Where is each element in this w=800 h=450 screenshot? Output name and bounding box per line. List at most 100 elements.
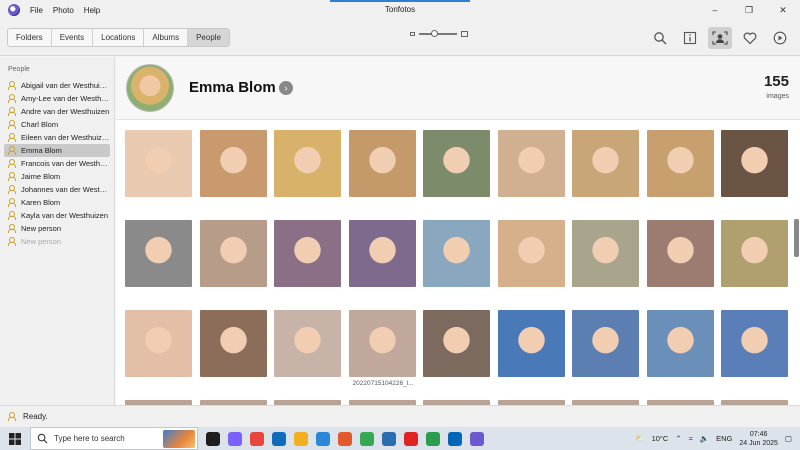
photo-thumbnail[interactable] bbox=[646, 220, 714, 287]
maximize-icon[interactable]: ❐ bbox=[732, 0, 766, 20]
menu-help[interactable]: Help bbox=[84, 6, 100, 15]
sidebar-item-person[interactable]: Jaime Blom bbox=[4, 170, 110, 183]
photo-thumbnail[interactable] bbox=[423, 130, 490, 197]
photo-thumbnail[interactable] bbox=[125, 310, 192, 377]
sidebar-item-label: Abigail van der Westhuizen bbox=[21, 81, 110, 90]
favorite-heart-icon[interactable] bbox=[738, 27, 762, 49]
photo-thumbnail[interactable] bbox=[497, 220, 565, 287]
photo-thumbnail[interactable] bbox=[199, 130, 267, 197]
weather-icon[interactable]: ⛅ bbox=[635, 434, 644, 443]
info-icon[interactable] bbox=[678, 27, 702, 49]
notifications-icon[interactable]: ▢ bbox=[785, 434, 792, 443]
sidebar-item-label: New person bbox=[21, 224, 62, 233]
photo-thumbnail[interactable] bbox=[348, 220, 416, 287]
scrollbar[interactable] bbox=[794, 219, 799, 257]
chevron-right-icon[interactable]: › bbox=[279, 81, 293, 95]
photo-thumbnail[interactable] bbox=[199, 220, 267, 287]
status-bar: Ready. bbox=[0, 405, 800, 427]
taskbar-app-icon[interactable] bbox=[360, 431, 374, 446]
volume-icon[interactable]: 🔈 bbox=[700, 434, 709, 443]
close-icon[interactable]: ✕ bbox=[766, 0, 800, 20]
taskbar-app-icon[interactable] bbox=[426, 431, 440, 446]
language-indicator[interactable]: ENG bbox=[716, 434, 732, 443]
taskbar-app-icon[interactable] bbox=[206, 431, 220, 446]
taskbar-app-icon[interactable] bbox=[294, 431, 308, 446]
face-recognition-icon[interactable] bbox=[708, 27, 732, 49]
sidebar-item-person[interactable]: Eileen van der Westhuizen bbox=[4, 131, 110, 144]
wifi-icon[interactable]: ≈ bbox=[689, 434, 693, 443]
system-tray: ⛅ 10°C ⌃ ≈ 🔈 ENG 07:46 24 Jun 2025 ▢ bbox=[635, 427, 800, 450]
avatar[interactable] bbox=[126, 64, 174, 112]
sidebar-item-person[interactable]: Charl Blom bbox=[4, 118, 110, 131]
people-sidebar: People Abigail van der Westhuizen Amy-Lee… bbox=[0, 57, 115, 405]
search-icon bbox=[37, 433, 48, 444]
windows-start-icon[interactable] bbox=[0, 427, 30, 450]
tab-albums[interactable]: Albums bbox=[144, 29, 189, 46]
photo-thumbnail[interactable] bbox=[572, 220, 639, 287]
tray-chevron-icon[interactable]: ⌃ bbox=[675, 434, 681, 443]
menu-file[interactable]: File bbox=[30, 6, 43, 15]
photo-thumbnail[interactable] bbox=[125, 130, 192, 197]
sidebar-item-person[interactable]: Emma Blom bbox=[4, 144, 110, 157]
app-logo-icon bbox=[8, 4, 20, 16]
tab-locations[interactable]: Locations bbox=[93, 29, 145, 46]
photo-thumbnail[interactable] bbox=[348, 310, 416, 377]
photo-thumbnail[interactable] bbox=[646, 310, 714, 377]
person-icon bbox=[8, 198, 17, 207]
clock[interactable]: 07:46 24 Jun 2025 bbox=[739, 430, 778, 448]
tab-folders[interactable]: Folders bbox=[8, 29, 52, 46]
photo-thumbnail[interactable] bbox=[721, 310, 788, 377]
photo-thumbnail[interactable] bbox=[721, 220, 788, 287]
taskbar-app-icon[interactable] bbox=[470, 431, 484, 446]
sidebar-item-person[interactable]: Kayla van der Westhuizen bbox=[4, 209, 110, 222]
photo-thumbnail[interactable] bbox=[274, 130, 341, 197]
sidebar-item-label: Jaime Blom bbox=[21, 172, 61, 181]
slideshow-play-icon[interactable] bbox=[768, 27, 792, 49]
photo-thumbnail[interactable] bbox=[646, 130, 714, 197]
taskbar-app-icon[interactable] bbox=[272, 431, 286, 446]
photo-thumbnail[interactable] bbox=[497, 310, 565, 377]
tab-people[interactable]: People bbox=[188, 29, 230, 46]
sidebar-item-person[interactable]: New person bbox=[4, 222, 110, 235]
sidebar-item-label: Kayla van der Westhuizen bbox=[21, 211, 108, 220]
sidebar-item-person[interactable]: Abigail van der Westhuizen bbox=[4, 79, 110, 92]
photo-thumbnail[interactable] bbox=[125, 220, 192, 287]
photo-thumbnail[interactable] bbox=[199, 310, 267, 377]
photo-thumbnail[interactable] bbox=[572, 130, 639, 197]
taskbar-app-icon[interactable] bbox=[448, 431, 462, 446]
taskbar-app-icon[interactable] bbox=[250, 431, 264, 446]
search-icon[interactable] bbox=[648, 27, 672, 49]
photo-thumbnail[interactable] bbox=[274, 310, 341, 377]
photo-thumbnail[interactable] bbox=[497, 130, 565, 197]
taskbar-app-icon[interactable] bbox=[316, 431, 330, 446]
taskbar-app-icon[interactable] bbox=[228, 431, 242, 446]
image-count: 155 bbox=[763, 73, 789, 90]
weather-temp[interactable]: 10°C bbox=[652, 434, 669, 443]
taskbar-app-icon[interactable] bbox=[382, 431, 396, 446]
photo-thumbnail[interactable] bbox=[348, 130, 416, 197]
taskbar-app-icon[interactable] bbox=[404, 431, 418, 446]
title-bar: File Photo Help Tonfotos – ❐ ✕ bbox=[0, 0, 800, 20]
tab-events[interactable]: Events bbox=[52, 29, 94, 46]
menu-photo[interactable]: Photo bbox=[53, 6, 74, 15]
minimize-icon[interactable]: – bbox=[698, 0, 732, 20]
thumbnail-size-slider[interactable] bbox=[410, 30, 468, 37]
photo-thumbnail[interactable] bbox=[721, 130, 788, 197]
person-icon bbox=[8, 237, 17, 246]
person-icon bbox=[8, 81, 17, 90]
sidebar-item-person[interactable]: Amy-Lee van der Westhuizen bbox=[4, 92, 110, 105]
slider-knob[interactable] bbox=[431, 30, 439, 37]
sidebar-item-person[interactable]: Karen Blom bbox=[4, 196, 110, 209]
slider-track[interactable] bbox=[419, 30, 457, 37]
photo-thumbnail[interactable] bbox=[572, 310, 639, 377]
sidebar-item-person[interactable]: Francois van der Westhuizen bbox=[4, 157, 110, 170]
photo-thumbnail[interactable] bbox=[274, 220, 341, 287]
taskbar-app-icon[interactable] bbox=[338, 431, 352, 446]
person-icon bbox=[8, 107, 17, 116]
taskbar-search-field[interactable]: Type here to search bbox=[30, 427, 198, 450]
sidebar-item-person[interactable]: Andre van der Westhuizen bbox=[4, 105, 110, 118]
sidebar-item-person[interactable]: New person bbox=[4, 235, 110, 248]
sidebar-item-person[interactable]: Johannes van der Westhuizen bbox=[4, 183, 110, 196]
photo-thumbnail[interactable] bbox=[423, 220, 490, 287]
photo-thumbnail[interactable] bbox=[423, 310, 490, 377]
